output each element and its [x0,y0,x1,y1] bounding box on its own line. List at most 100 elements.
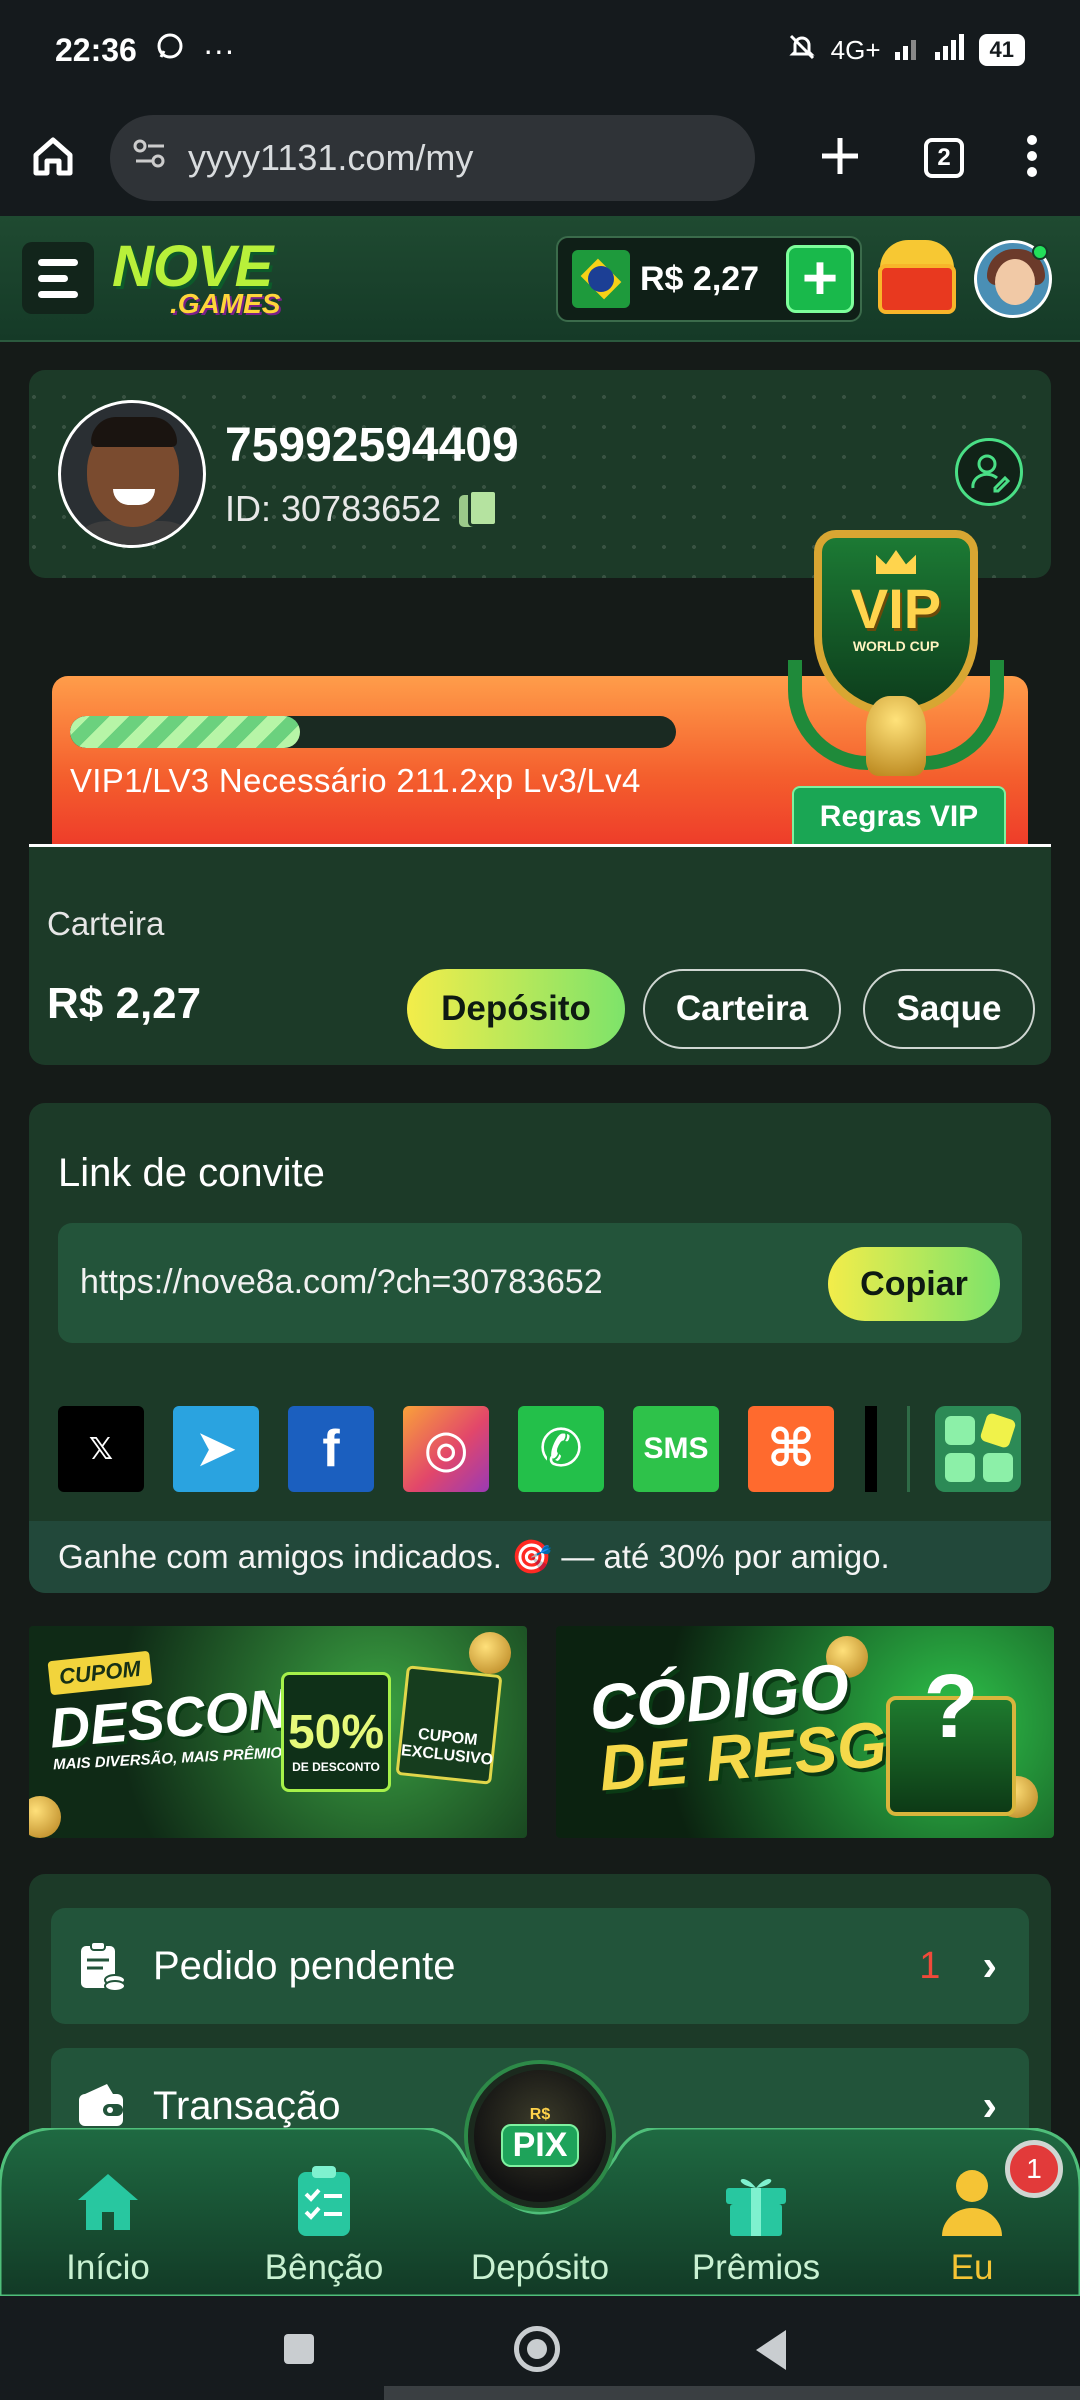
new-tab-icon[interactable] [818,134,862,183]
treasure-chest-icon[interactable] [872,234,960,318]
tab-switcher-button[interactable]: 2 [924,138,964,178]
user-icon [942,2170,1002,2236]
gift-icon [726,2179,786,2236]
nav-deposit[interactable]: Depósito [450,2158,630,2288]
header-balance[interactable]: R$ 2,27 + [556,236,862,322]
instagram-share-icon[interactable]: ◎ [403,1406,489,1492]
x-share-icon[interactable]: 𝕏 [58,1406,144,1492]
more-notifications-icon: ··· [202,31,235,68]
username: 75992594409 [225,419,519,472]
nav-deposit-label: Depósito [470,2248,610,2287]
vip-world-cup-badge: VIP WORLD CUP [786,520,1006,782]
more-share-partial-icon[interactable] [865,1406,877,1492]
coin-icon [29,1796,61,1838]
wallet-label: Carteira [47,905,165,942]
user-avatar[interactable] [58,400,206,548]
user-edit-icon [971,454,1011,493]
coupon-ticket: CUPOM EXCLUSIVO [395,1665,503,1785]
status-time: 22:36 [55,31,137,68]
coupon-discount-banner[interactable]: CUPOM DESCONTO MAIS DIVERSÃO, MAIS PRÊMI… [29,1626,527,1838]
system-navigation-bar [0,2296,1080,2400]
browser-toolbar: yyyy1131.com/my 2 [0,100,1080,216]
vip-rules-button[interactable]: Regras VIP [792,786,1006,846]
wallet-icon [77,2080,127,2132]
vip-badge-sub: WORLD CUP [852,638,940,654]
app-header: NOVE .GAMES R$ 2,27 + [0,216,1080,342]
invite-card: Link de convite https://nove8a.com/?ch=3… [29,1103,1051,1593]
mute-icon [787,32,817,69]
redeem-code-banner[interactable]: CÓDIGO DE RESGATE ? [556,1626,1054,1838]
share-divider [907,1406,910,1492]
vip-status-text: VIP1/LV3 Necessário 211.2xp Lv3/Lv4 [70,762,641,799]
edit-profile-button[interactable] [955,438,1023,506]
home-icon [78,2174,138,2230]
home-button[interactable] [514,2326,560,2372]
notification-badge[interactable]: 1 [1005,2140,1063,2198]
recent-apps-button[interactable] [284,2334,314,2364]
nove-games-logo[interactable]: NOVE .GAMES [112,238,280,318]
copy-link-button[interactable]: Copiar [828,1247,1000,1321]
vip-progress-bar [70,716,676,748]
social-share-row: 𝕏 ➤ f ◎ ✆ SMS ⌘ [58,1406,834,1492]
telegram-share-icon[interactable]: ➤ [173,1406,259,1492]
wallet-button[interactable]: Carteira [643,969,841,1049]
whatsapp-notification-icon [155,31,185,69]
menu-button[interactable] [22,242,94,314]
list-item-pending-orders[interactable]: Pedido pendente 1 › [51,1908,1029,2024]
copy-id-icon[interactable] [459,489,499,529]
nav-blessing[interactable]: Bênção [234,2158,414,2288]
status-bar: 22:36 ··· 4G+ 41 [0,0,1080,100]
vip-badge-word: VIP [850,577,942,640]
coin-icon [469,1632,511,1674]
battery-icon: 41 [978,34,1025,66]
url-bar[interactable]: yyyy1131.com/my [110,115,755,201]
brazil-flag-icon [572,250,630,308]
nav-blessing-label: Bênção [264,2248,384,2287]
checklist-icon [298,2166,350,2236]
transactions-label: Transação [153,2083,341,2128]
pending-orders-label: Pedido pendente [153,1943,456,1988]
nav-home[interactable]: Início [18,2158,198,2288]
kwai-share-icon[interactable]: ⌘ [748,1406,834,1492]
site-settings-icon[interactable] [132,136,168,181]
trophy-icon [866,696,926,776]
url-text[interactable]: yyyy1131.com/my [188,137,473,179]
home-icon[interactable] [26,129,80,188]
nav-home-label: Início [66,2248,150,2287]
invite-title: Link de convite [58,1151,325,1195]
signal-icon [894,32,965,69]
back-button[interactable] [756,2330,786,2370]
network-type: 4G+ [830,34,881,65]
pending-orders-count: 1 [919,1944,941,1987]
nav-prizes-label: Prêmios [691,2248,821,2287]
nav-prizes[interactable]: Prêmios [666,2158,846,2288]
facebook-share-icon[interactable]: f [288,1406,374,1492]
coupon-percent-sub: DE DESCONTO [292,1760,380,1774]
header-balance-amount: R$ 2,27 [640,259,760,298]
chevron-right-icon: › [982,2081,997,2130]
wallet-card: Carteira R$ 2,27 Depósito Carteira Saque [29,847,1051,1065]
user-id-row: ID: 30783652 [225,488,499,530]
clipboard-coins-icon [77,1940,127,1992]
online-indicator [1032,244,1048,260]
whatsapp-share-icon[interactable]: ✆ [518,1406,604,1492]
user-id: ID: 30783652 [225,488,442,529]
sms-share-icon[interactable]: SMS [633,1406,719,1492]
coupon-percent-card: 50% DE DESCONTO [281,1672,391,1792]
withdraw-button[interactable]: Saque [863,969,1035,1049]
nav-me-label: Eu [950,2248,994,2287]
gesture-handle [384,2386,1080,2400]
deposit-button[interactable]: Depósito [407,969,625,1049]
pix-currency: R$ [529,2105,551,2123]
chevron-right-icon: › [982,1941,997,1990]
vip-progress-fill [70,716,301,748]
invite-footer-text: Ganhe com amigos indicados. 🎯 — até 30% … [29,1521,1051,1593]
gift-box-icon: ? [886,1657,1016,1816]
coupon-percent: 50% [287,1706,385,1759]
wallet-amount: R$ 2,27 [47,979,202,1028]
more-apps-icon[interactable] [935,1406,1021,1492]
invite-link[interactable]: https://nove8a.com/?ch=30783652 [80,1263,603,1302]
add-funds-button[interactable]: + [786,245,854,313]
browser-menu-icon[interactable] [1026,134,1038,183]
invite-link-box: https://nove8a.com/?ch=30783652 Copiar [58,1223,1022,1343]
